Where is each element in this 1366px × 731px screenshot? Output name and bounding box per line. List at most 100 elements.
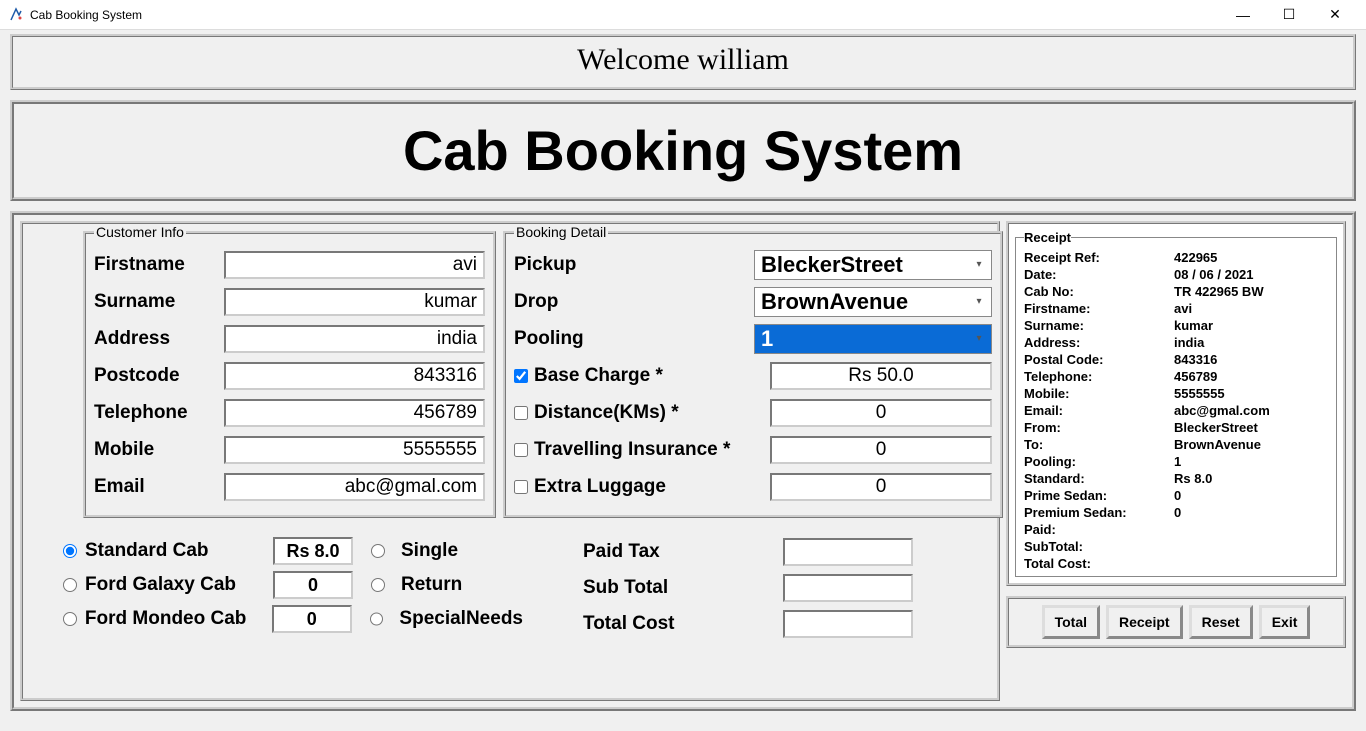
base-charge-value: Rs 50.0 — [770, 362, 992, 390]
receipt-line-value: abc@gmal.com — [1174, 402, 1328, 419]
left-column: Customer Info Firstname Surname Address … — [20, 221, 1000, 701]
receipt-line-value: 0 — [1174, 487, 1328, 504]
app-title-panel: Cab Booking System — [10, 100, 1356, 201]
receipt-line-label: Telephone: — [1024, 368, 1174, 385]
telephone-input[interactable] — [224, 399, 485, 427]
receipt-line-value: TR 422965 BW — [1174, 283, 1328, 300]
total-cost-value — [783, 610, 913, 638]
app-title: Cab Booking System — [403, 119, 963, 182]
firstname-label: Firstname — [94, 254, 224, 276]
receipt-line-value — [1174, 555, 1328, 572]
reset-button[interactable]: Reset — [1189, 605, 1253, 639]
special-label: SpecialNeeds — [399, 608, 523, 630]
receipt-line-value — [1174, 538, 1328, 555]
receipt-line-value: avi — [1174, 300, 1328, 317]
button-row: Total Receipt Reset Exit — [1006, 596, 1346, 648]
pooling-label: Pooling — [514, 328, 754, 350]
receipt-line-label: From: — [1024, 419, 1174, 436]
luggage-value: 0 — [770, 473, 992, 501]
insurance-value: 0 — [770, 436, 992, 464]
galaxy-cab-label: Ford Galaxy Cab — [85, 574, 265, 596]
insurance-checkbox[interactable] — [514, 443, 528, 457]
special-radio[interactable] — [370, 612, 384, 626]
receipt-line-value: 08 / 06 / 2021 — [1174, 266, 1328, 283]
postcode-label: Postcode — [94, 365, 224, 387]
drop-label: Drop — [514, 291, 754, 313]
receipt-line-value: 422965 — [1174, 249, 1328, 266]
distance-checkbox[interactable] — [514, 406, 528, 420]
base-charge-checkbox[interactable] — [514, 369, 528, 383]
receipt-line-label: Total Cost: — [1024, 555, 1174, 572]
subtotal-value — [783, 574, 913, 602]
luggage-checkbox[interactable] — [514, 480, 528, 494]
receipt-line-value: BrownAvenue — [1174, 436, 1328, 453]
single-label: Single — [401, 540, 458, 562]
pickup-label: Pickup — [514, 254, 754, 276]
mondeo-cab-label: Ford Mondeo Cab — [85, 608, 264, 630]
standard-cab-value: Rs 8.0 — [273, 537, 353, 565]
paid-tax-value — [783, 538, 913, 566]
receipt-line-label: Standard: — [1024, 470, 1174, 487]
receipt-line-label: To: — [1024, 436, 1174, 453]
luggage-label: Extra Luggage — [534, 476, 764, 498]
distance-value: 0 — [770, 399, 992, 427]
receipt-panel: Receipt Receipt Ref:422965Date: 08 / 06 … — [1006, 221, 1346, 586]
total-button[interactable]: Total — [1042, 605, 1100, 639]
single-radio[interactable] — [371, 544, 385, 558]
standard-cab-label: Standard Cab — [85, 540, 265, 562]
pooling-select[interactable]: 1 — [754, 324, 992, 354]
close-button[interactable]: ✕ — [1312, 0, 1358, 30]
welcome-panel: Welcome william — [10, 34, 1356, 90]
galaxy-cab-radio[interactable] — [63, 578, 77, 592]
email-input[interactable] — [224, 473, 485, 501]
standard-cab-radio[interactable] — [63, 544, 77, 558]
receipt-content: Receipt Ref:422965Date: 08 / 06 / 2021Ca… — [1024, 249, 1328, 572]
minimize-button[interactable]: — — [1220, 0, 1266, 30]
return-label: Return — [401, 574, 462, 596]
surname-input[interactable] — [224, 288, 485, 316]
receipt-line-value: 456789 — [1174, 368, 1328, 385]
customer-legend: Customer Info — [94, 224, 186, 240]
window-title: Cab Booking System — [30, 8, 1220, 22]
galaxy-cab-value: 0 — [273, 571, 353, 599]
receipt-line-value: india — [1174, 334, 1328, 351]
mobile-label: Mobile — [94, 439, 224, 461]
receipt-line-label: Premium Sedan: — [1024, 504, 1174, 521]
mobile-input[interactable] — [224, 436, 485, 464]
return-radio[interactable] — [371, 578, 385, 592]
pickup-select[interactable]: BleckerStreet — [754, 250, 992, 280]
receipt-line-label: Mobile: — [1024, 385, 1174, 402]
cab-selection-block: Standard Cab Rs 8.0 Single Ford Galaxy C… — [63, 534, 523, 636]
receipt-line-value: BleckerStreet — [1174, 419, 1328, 436]
right-column: Receipt Receipt Ref:422965Date: 08 / 06 … — [1006, 221, 1346, 701]
receipt-line-label: Pooling: — [1024, 453, 1174, 470]
subtotal-label: Sub Total — [583, 577, 783, 599]
maximize-button[interactable]: ☐ — [1266, 0, 1312, 30]
receipt-line-value: 843316 — [1174, 351, 1328, 368]
drop-select[interactable]: BrownAvenue — [754, 287, 992, 317]
receipt-line-value: Rs 8.0 — [1174, 470, 1328, 487]
customer-info-group: Customer Info Firstname Surname Address … — [83, 224, 496, 518]
address-input[interactable] — [224, 325, 485, 353]
receipt-line-label: Postal Code: — [1024, 351, 1174, 368]
receipt-line-label: Email: — [1024, 402, 1174, 419]
email-label: Email — [94, 476, 224, 498]
totals-block: Paid Tax Sub Total Total Cost — [583, 534, 983, 642]
receipt-line-label: SubTotal: — [1024, 538, 1174, 555]
titlebar: Cab Booking System — ☐ ✕ — [0, 0, 1366, 30]
distance-label: Distance(KMs) * — [534, 402, 764, 424]
mondeo-cab-radio[interactable] — [63, 612, 77, 626]
receipt-legend: Receipt — [1024, 230, 1071, 245]
receipt-line-label: Prime Sedan: — [1024, 487, 1174, 504]
firstname-input[interactable] — [224, 251, 485, 279]
address-label: Address — [94, 328, 224, 350]
receipt-line-label: Cab No: — [1024, 283, 1174, 300]
app-icon — [8, 7, 24, 23]
postcode-input[interactable] — [224, 362, 485, 390]
receipt-line-label: Receipt Ref: — [1024, 249, 1174, 266]
mondeo-cab-value: 0 — [272, 605, 352, 633]
receipt-button[interactable]: Receipt — [1106, 605, 1183, 639]
exit-button[interactable]: Exit — [1259, 605, 1311, 639]
receipt-line-label: Surname: — [1024, 317, 1174, 334]
receipt-line-value: 0 — [1174, 504, 1328, 521]
